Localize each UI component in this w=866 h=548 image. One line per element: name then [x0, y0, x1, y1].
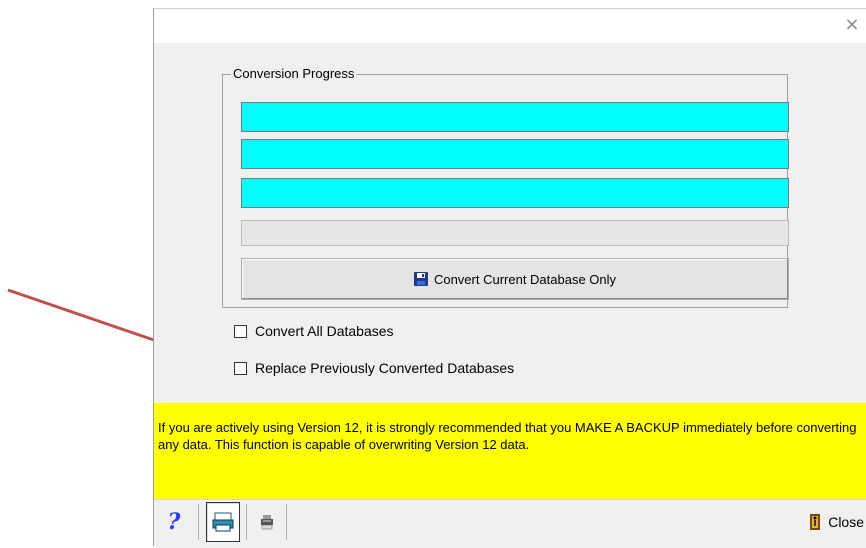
- replace-converted-checkbox[interactable]: [234, 361, 247, 375]
- backup-warning-text: If you are actively using Version 12, it…: [158, 420, 857, 452]
- conversion-progress-group: Conversion Progress Convert Current Data…: [222, 66, 789, 308]
- progress-bar-3: [241, 178, 789, 208]
- replace-converted-label: Replace Previously Converted Databases: [255, 360, 515, 376]
- progress-bar-1: [241, 102, 789, 132]
- toolbar-separator: [286, 504, 287, 540]
- floppy-disk-icon: [413, 272, 428, 286]
- help-icon[interactable]: ?: [158, 502, 190, 542]
- progress-bar-2-fill: [242, 140, 788, 168]
- printer-glyph-icon: [261, 515, 273, 530]
- progress-bar-2: [241, 139, 789, 169]
- backup-warning: If you are actively using Version 12, it…: [154, 403, 866, 499]
- title-bar: ×: [154, 9, 866, 43]
- replace-converted-option[interactable]: Replace Previously Converted Databases: [234, 360, 514, 376]
- progress-bar-1-fill: [242, 103, 788, 131]
- toolbar-separator: [246, 504, 247, 540]
- conversion-progress-label: Conversion Progress: [231, 66, 357, 81]
- bottom-toolbar: ? Close: [154, 499, 866, 548]
- convert-all-option[interactable]: Convert All Databases: [234, 323, 394, 339]
- exit-door-icon: [810, 514, 821, 530]
- progress-bar-3-fill: [242, 179, 788, 207]
- progress-bar-4: [241, 220, 789, 246]
- conversion-dialog: × Conversion Progress Convert Current Da…: [153, 8, 866, 548]
- convert-all-checkbox[interactable]: [234, 324, 247, 338]
- print-preview-button[interactable]: [206, 502, 240, 542]
- convert-all-label: Convert All Databases: [255, 323, 394, 339]
- toolbar-separator: [198, 504, 199, 540]
- print-preview-icon: [212, 512, 234, 532]
- close-button-label: Close: [828, 514, 864, 530]
- window-close-icon[interactable]: ×: [838, 11, 866, 39]
- convert-current-database-label: Convert Current Database Only: [433, 271, 617, 287]
- printer-icon[interactable]: [252, 502, 282, 542]
- convert-current-database-button[interactable]: Convert Current Database Only: [241, 258, 789, 300]
- close-button[interactable]: Close: [808, 502, 866, 542]
